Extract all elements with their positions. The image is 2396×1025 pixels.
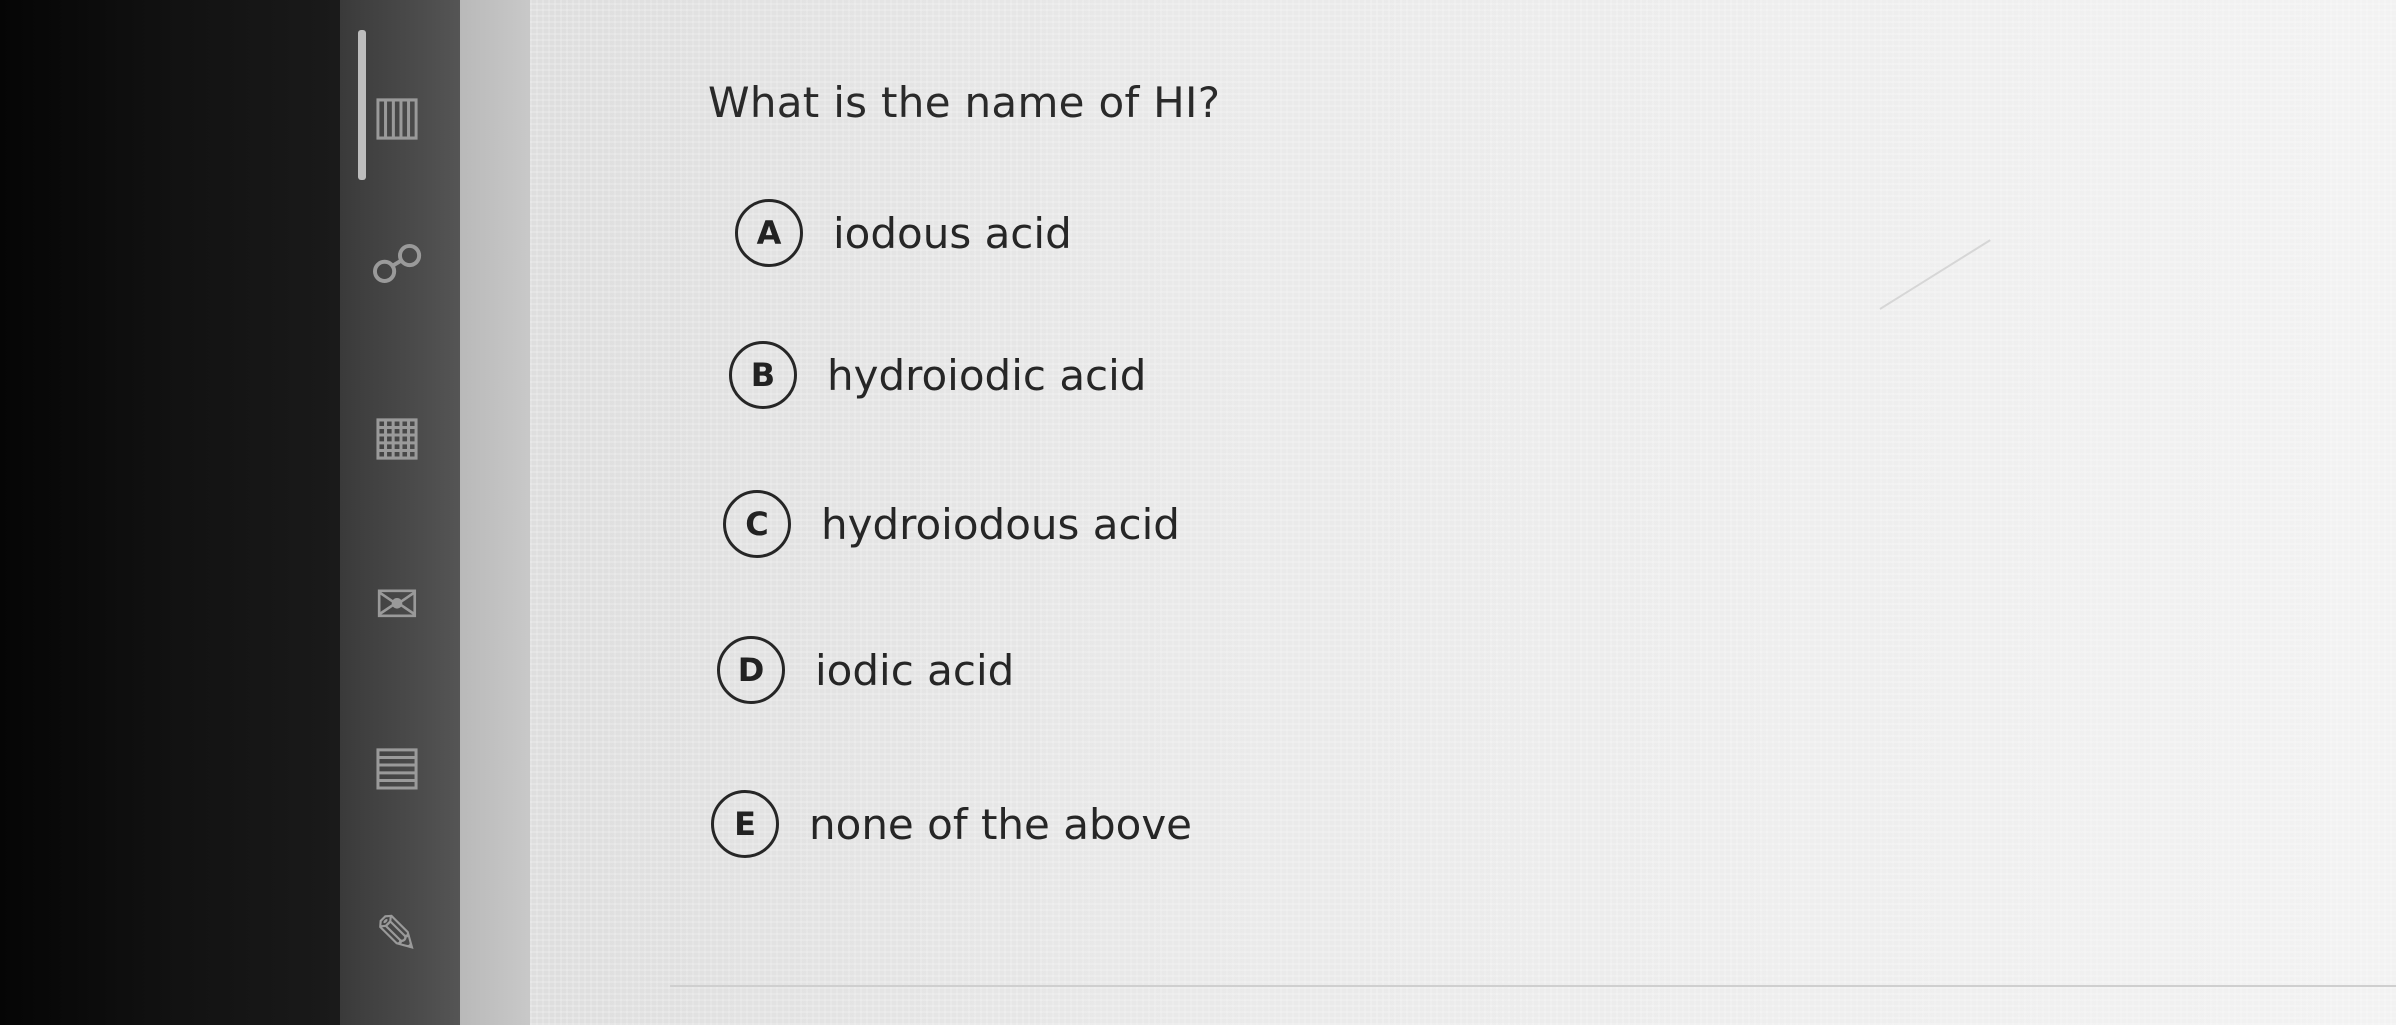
option-d[interactable]: D iodic acid (717, 636, 1014, 704)
option-text-e[interactable]: none of the above (809, 800, 1192, 849)
option-text-c[interactable]: hydroiodous acid (821, 500, 1180, 549)
option-letter-d[interactable]: D (717, 636, 785, 704)
mail-icon[interactable]: ✉ (362, 570, 432, 640)
notes-icon[interactable]: ▤ (362, 730, 432, 800)
option-letter-e[interactable]: E (711, 790, 779, 858)
tools-icon[interactable]: ✎ (362, 900, 432, 970)
option-a[interactable]: A iodous acid (735, 199, 1072, 267)
option-text-d[interactable]: iodic acid (815, 646, 1014, 695)
option-letter-c[interactable]: C (723, 490, 791, 558)
screen-bezel (0, 0, 360, 1025)
option-text-b[interactable]: hydroiodic acid (827, 351, 1146, 400)
option-c[interactable]: C hydroiodous acid (723, 490, 1180, 558)
document-icon[interactable]: ▥ (362, 80, 432, 150)
option-text-a[interactable]: iodous acid (833, 209, 1072, 258)
option-b[interactable]: B hydroiodic acid (729, 341, 1146, 409)
option-letter-a[interactable]: A (735, 199, 803, 267)
divider (670, 985, 2396, 987)
screen: ▥ ☍ ▦ ✉ ▤ ✎ What is the name of HI? A io… (0, 0, 2396, 1025)
option-letter-b[interactable]: B (729, 341, 797, 409)
option-e[interactable]: E none of the above (711, 790, 1192, 858)
question-text: What is the name of HI? (708, 78, 1221, 127)
calendar-icon[interactable]: ▦ (362, 400, 432, 470)
people-icon[interactable]: ☍ (362, 230, 432, 300)
nav-rail: ▥ ☍ ▦ ✉ ▤ ✎ (340, 0, 460, 1025)
